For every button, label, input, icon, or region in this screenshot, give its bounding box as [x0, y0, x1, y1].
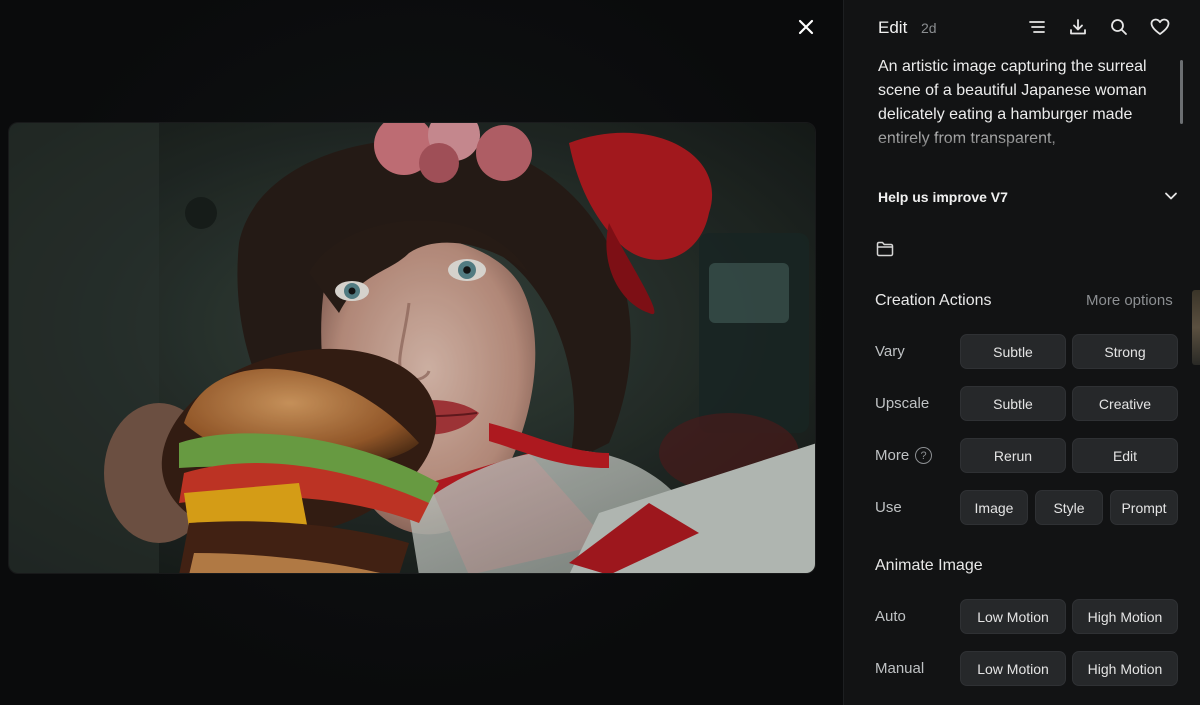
manual-low-motion-button[interactable]: Low Motion — [960, 651, 1066, 686]
auto-label: Auto — [875, 608, 906, 625]
use-style-button[interactable]: Style — [1035, 490, 1103, 525]
detail-panel: Edit 2d An artistic image capturing the — [843, 0, 1200, 705]
feedback-toggle[interactable]: Help us improve V7 — [878, 183, 1178, 211]
image-viewer — [0, 0, 843, 705]
auto-high-motion-button[interactable]: High Motion — [1072, 599, 1178, 634]
feedback-label: Help us improve V7 — [878, 189, 1008, 205]
help-icon[interactable]: ? — [915, 447, 932, 464]
manual-high-motion-button[interactable]: High Motion — [1072, 651, 1178, 686]
generated-image[interactable] — [8, 122, 816, 574]
rerun-button[interactable]: Rerun — [960, 438, 1066, 473]
panel-title: Edit — [878, 18, 908, 37]
folder-icon[interactable] — [876, 241, 896, 261]
chevron-down-icon — [1164, 188, 1178, 206]
auto-low-motion-button[interactable]: Low Motion — [960, 599, 1066, 634]
upscale-creative-button[interactable]: Creative — [1072, 386, 1178, 421]
upscale-label: Upscale — [875, 395, 930, 412]
more-label: More — [875, 447, 910, 464]
heart-icon[interactable] — [1149, 16, 1171, 38]
vary-label: Vary — [875, 343, 905, 360]
creation-actions-title: Creation Actions — [875, 292, 992, 309]
search-icon[interactable] — [1108, 16, 1130, 38]
vary-subtle-button[interactable]: Subtle — [960, 334, 1066, 369]
prompt-scrollbar[interactable] — [1180, 60, 1183, 124]
panel-header: Edit 2d — [844, 0, 1200, 56]
list-icon[interactable] — [1026, 16, 1048, 38]
upscale-subtle-button[interactable]: Subtle — [960, 386, 1066, 421]
use-image-button[interactable]: Image — [960, 490, 1028, 525]
use-prompt-button[interactable]: Prompt — [1110, 490, 1178, 525]
prompt-text: An artistic image capturing the surreal … — [878, 58, 1147, 147]
next-image-thumbnail[interactable] — [1192, 290, 1200, 365]
use-label: Use — [875, 499, 902, 516]
close-icon[interactable] — [795, 16, 817, 38]
edit-button[interactable]: Edit — [1072, 438, 1178, 473]
more-options-link[interactable]: More options — [1086, 292, 1173, 309]
download-icon[interactable] — [1067, 16, 1089, 38]
image-age: 2d — [921, 20, 937, 36]
manual-label: Manual — [875, 660, 925, 677]
vary-strong-button[interactable]: Strong — [1072, 334, 1178, 369]
animate-image-title: Animate Image — [875, 557, 983, 574]
